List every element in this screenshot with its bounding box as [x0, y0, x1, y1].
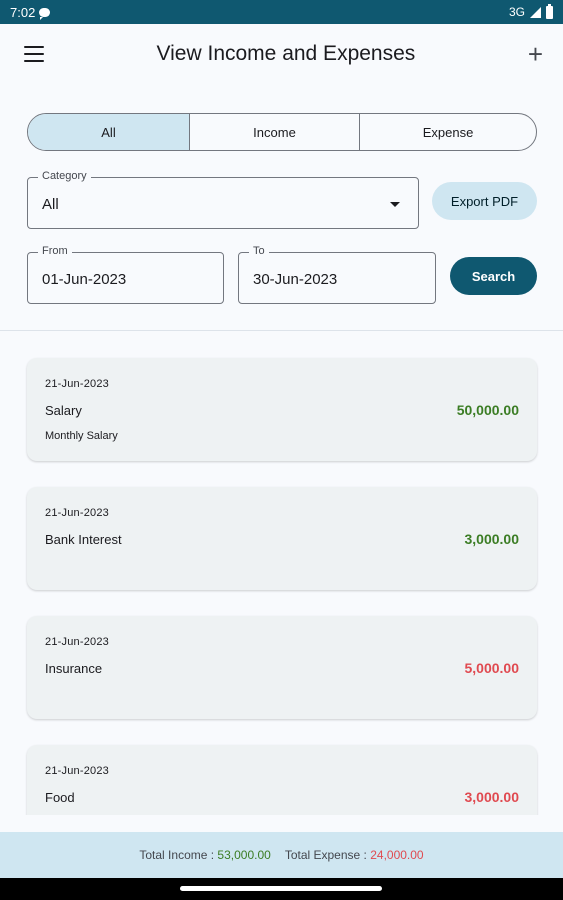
page-title: View Income and Expenses	[156, 42, 416, 65]
totals-bar: Total Income : 53,000.00 Total Expense :…	[0, 832, 563, 878]
transaction-card[interactable]: 21-Jun-2023 Salary Monthly Salary 50,000…	[27, 358, 537, 461]
status-bar: 7:02 3G	[0, 0, 563, 24]
system-nav-bar	[0, 878, 563, 900]
total-income: Total Income : 53,000.00	[139, 848, 270, 862]
transaction-list[interactable]: 21-Jun-2023 Salary Monthly Salary 50,000…	[0, 331, 563, 815]
menu-icon[interactable]	[24, 46, 44, 62]
transaction-date: 21-Jun-2023	[45, 765, 109, 777]
export-pdf-button[interactable]: Export PDF	[432, 182, 537, 220]
to-date-field[interactable]: To 30-Jun-2023	[238, 245, 436, 304]
transaction-category: Bank Interest	[45, 532, 122, 547]
from-value: 01-Jun-2023	[42, 271, 127, 288]
network-type: 3G	[508, 5, 525, 19]
status-right: 3G	[508, 3, 553, 19]
tab-income[interactable]: Income	[190, 114, 360, 150]
transaction-category: Food	[45, 790, 75, 805]
search-button[interactable]: Search	[450, 257, 537, 295]
total-income-label: Total Income :	[139, 848, 215, 862]
transaction-note: Monthly Salary	[45, 430, 118, 442]
from-label: From	[38, 245, 72, 257]
app-bar: View Income and Expenses +	[0, 24, 563, 84]
battery-icon	[546, 3, 553, 19]
add-icon[interactable]: +	[528, 41, 543, 67]
transaction-card[interactable]: 21-Jun-2023 Insurance 5,000.00	[27, 616, 537, 719]
status-left: 7:02	[10, 4, 51, 20]
type-filter-tabs: All Income Expense	[27, 113, 537, 151]
tab-expense[interactable]: Expense	[360, 114, 536, 150]
total-expense-label: Total Expense :	[284, 848, 367, 862]
transaction-amount: 3,000.00	[464, 789, 520, 805]
home-gesture-handle[interactable]	[180, 886, 382, 891]
total-expense: Total Expense : 24,000.00	[285, 848, 424, 862]
category-dropdown[interactable]: Category All	[27, 170, 419, 229]
tab-all[interactable]: All	[28, 114, 190, 150]
total-expense-value: 24,000.00	[370, 848, 424, 862]
from-date-field[interactable]: From 01-Jun-2023	[27, 245, 224, 304]
transaction-date: 21-Jun-2023	[45, 636, 109, 648]
transaction-category: Insurance	[45, 661, 103, 676]
to-label: To	[249, 245, 269, 257]
category-value: All	[42, 196, 59, 213]
transaction-date: 21-Jun-2023	[45, 378, 109, 390]
transaction-category: Salary	[45, 403, 82, 418]
transaction-amount: 5,000.00	[464, 660, 520, 676]
transaction-card[interactable]: 21-Jun-2023 Food 3,000.00	[27, 745, 537, 815]
total-income-value: 53,000.00	[217, 848, 271, 862]
category-label: Category	[38, 170, 91, 182]
transaction-date: 21-Jun-2023	[45, 507, 109, 519]
status-time: 7:02	[10, 4, 36, 20]
to-value: 30-Jun-2023	[253, 271, 338, 288]
message-notification-icon	[39, 7, 51, 20]
transaction-amount: 50,000.00	[456, 402, 519, 418]
dropdown-arrow-icon	[390, 202, 400, 207]
transaction-amount: 3,000.00	[464, 531, 520, 547]
signal-icon	[530, 6, 541, 18]
transaction-card[interactable]: 21-Jun-2023 Bank Interest 3,000.00	[27, 487, 537, 590]
